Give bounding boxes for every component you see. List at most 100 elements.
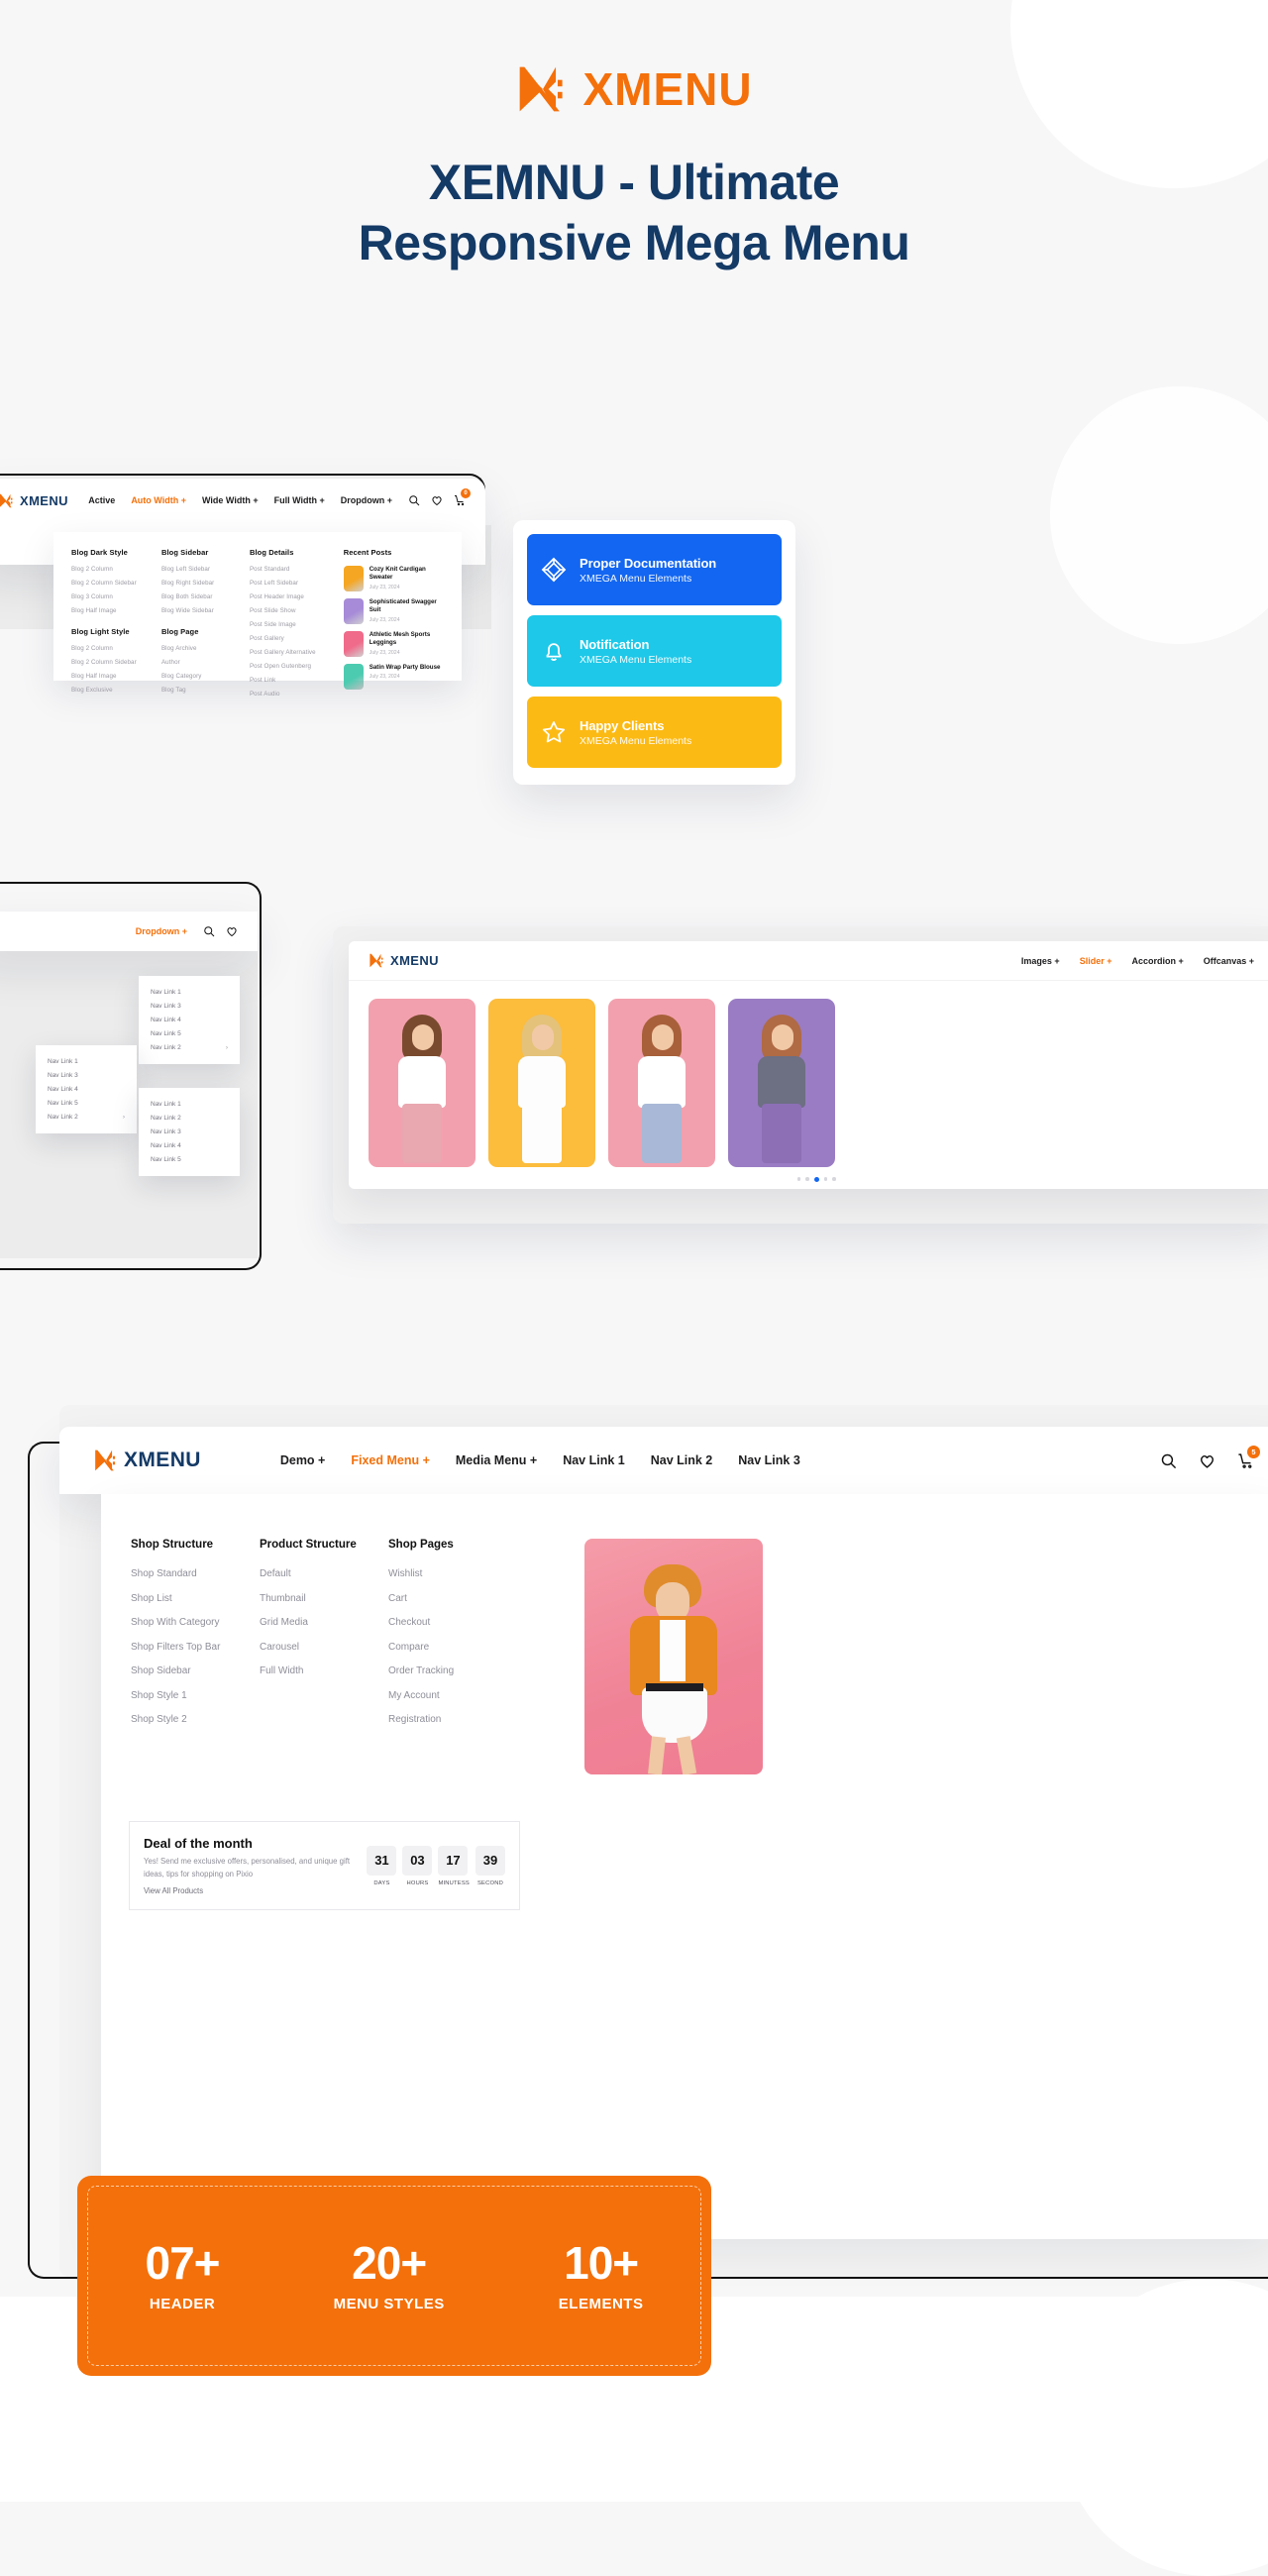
recent-post-item[interactable]: Cozy Knit Cardigan Sweater July 23, 2024: [343, 566, 448, 591]
menu-item[interactable]: Grid Media: [260, 1617, 388, 1628]
nav-item-active[interactable]: Active: [88, 495, 115, 505]
menu-item[interactable]: Blog Half Image: [71, 607, 161, 614]
menu-item[interactable]: Blog Category: [161, 673, 250, 680]
dropdown-item[interactable]: Nav Link 1: [139, 1097, 240, 1111]
nav-item-images[interactable]: Images +: [1021, 956, 1060, 966]
menu-item[interactable]: Post Gallery: [250, 635, 344, 642]
nav-item-demo[interactable]: Demo +: [280, 1453, 326, 1467]
dropdown-item[interactable]: Nav Link 4: [36, 1082, 137, 1096]
menu-item[interactable]: Compare: [388, 1642, 517, 1653]
nav-item-fixed-menu[interactable]: Fixed Menu +: [351, 1453, 430, 1467]
nav-item-nav-link-3[interactable]: Nav Link 3: [738, 1453, 800, 1467]
menu-item[interactable]: Blog Tag: [161, 687, 250, 694]
recent-post-item[interactable]: Satin Wrap Party Blouse July 23, 2024: [343, 664, 448, 690]
nav-item-auto-width[interactable]: Auto Width +: [131, 495, 186, 505]
menu-item[interactable]: Post Slide Show: [250, 607, 344, 614]
wishlist-heart-icon[interactable]: [431, 494, 443, 506]
dropdown-item[interactable]: Nav Link 5: [139, 1027, 240, 1041]
menu-item[interactable]: Shop With Category: [131, 1617, 260, 1628]
menu-item[interactable]: Shop List: [131, 1593, 260, 1604]
menu-item[interactable]: Blog 2 Column Sidebar: [71, 659, 161, 666]
menu-item[interactable]: Carousel: [260, 1642, 388, 1653]
menu-item[interactable]: Shop Filters Top Bar: [131, 1642, 260, 1653]
menu-item[interactable]: Default: [260, 1568, 388, 1579]
menu-item[interactable]: Post Side Image: [250, 621, 344, 628]
dropdown-menu-3[interactable]: Nav Link 1 Nav Link 2 Nav Link 3 Nav Link 4…: [139, 1088, 240, 1176]
feature-card[interactable]: Notification XMEGA Menu Elements: [527, 615, 782, 687]
dropdown-item[interactable]: Nav Link 2 ›: [139, 1041, 240, 1055]
wishlist-heart-icon[interactable]: [226, 925, 238, 937]
dropdown-menu-2[interactable]: Nav Link 1 Nav Link 3 Nav Link 4 Nav Link 5…: [36, 1045, 137, 1133]
shop-brand[interactable]: XMENU: [93, 1448, 201, 1473]
menu-item[interactable]: Wishlist: [388, 1568, 517, 1579]
slider-dots[interactable]: [349, 1177, 1268, 1182]
view-all-products-link[interactable]: View All Products: [144, 1886, 353, 1895]
nav-item-offcanvas[interactable]: Offcanvas +: [1204, 956, 1254, 966]
menu-item[interactable]: Post Link: [250, 677, 344, 684]
menu-item[interactable]: Blog 2 Column Sidebar: [71, 580, 161, 587]
menu-item[interactable]: Blog Wide Sidebar: [161, 607, 250, 614]
feature-card[interactable]: Proper Documentation XMEGA Menu Elements: [527, 534, 782, 605]
slider-dot[interactable]: [813, 1177, 819, 1182]
wishlist-heart-icon[interactable]: [1199, 1452, 1215, 1469]
slider-dot[interactable]: [805, 1177, 809, 1181]
menu-item[interactable]: Shop Style 1: [131, 1690, 260, 1701]
menu-item[interactable]: Post Left Sidebar: [250, 580, 344, 587]
slider-slide[interactable]: [369, 999, 476, 1167]
dropdown-item[interactable]: Nav Link 3: [139, 1125, 240, 1138]
menu-item[interactable]: Thumbnail: [260, 1593, 388, 1604]
nav-item-wide-width[interactable]: Wide Width +: [202, 495, 259, 505]
slider-dot[interactable]: [832, 1177, 836, 1181]
dropdown-menu-1[interactable]: Nav Link 1 Nav Link 3 Nav Link 4 Nav Link 5…: [139, 976, 240, 1064]
menu-item[interactable]: Post Open Gutenberg: [250, 663, 344, 670]
menu-item[interactable]: Blog Half Image: [71, 673, 161, 680]
nav-item-nav-link-2[interactable]: Nav Link 2: [651, 1453, 713, 1467]
nav-item-full-width[interactable]: Full Width +: [274, 495, 325, 505]
slider-dot[interactable]: [823, 1177, 827, 1181]
search-icon[interactable]: [203, 925, 215, 937]
recent-post-item[interactable]: Sophisticated Swagger Suit July 23, 2024: [343, 598, 448, 624]
menu-item[interactable]: Blog 2 Column: [71, 645, 161, 652]
menu-item[interactable]: Full Width: [260, 1665, 388, 1676]
menu-item[interactable]: Post Audio: [250, 691, 344, 698]
dropdown-item[interactable]: Nav Link 3: [139, 999, 240, 1013]
menu-item[interactable]: Post Header Image: [250, 593, 344, 600]
menu-item[interactable]: Blog 3 Column: [71, 593, 161, 600]
nav-item-accordion[interactable]: Accordion +: [1131, 956, 1183, 966]
dropdown-item[interactable]: Nav Link 2: [139, 1111, 240, 1125]
menu-item[interactable]: Blog Archive: [161, 645, 250, 652]
menu-item[interactable]: Order Tracking: [388, 1665, 517, 1676]
nav-item-dropdown[interactable]: Dropdown +: [341, 495, 392, 505]
dropdown-item[interactable]: Nav Link 5: [139, 1153, 240, 1167]
menu-item[interactable]: Post Standard: [250, 566, 344, 573]
menu-item[interactable]: Registration: [388, 1714, 517, 1725]
slider-slide[interactable]: [728, 999, 835, 1167]
blog-brand[interactable]: XMENU: [0, 492, 68, 509]
search-icon[interactable]: [1160, 1452, 1177, 1469]
nav-item-slider[interactable]: Slider +: [1080, 956, 1112, 966]
slider-slide[interactable]: [608, 999, 715, 1167]
menu-item[interactable]: Blog Left Sidebar: [161, 566, 250, 573]
menu-item[interactable]: Shop Sidebar: [131, 1665, 260, 1676]
slider-slide[interactable]: [488, 999, 595, 1167]
menu-item[interactable]: Blog Both Sidebar: [161, 593, 250, 600]
menu-item[interactable]: Author: [161, 659, 250, 666]
dropdown-item[interactable]: Nav Link 4: [139, 1013, 240, 1026]
recent-post-item[interactable]: Athletic Mesh Sports Leggings July 23, 20…: [343, 631, 448, 657]
dropdown-item[interactable]: Nav Link 3: [36, 1068, 137, 1082]
nav-dropdown[interactable]: Dropdown +: [136, 926, 187, 936]
slider-dot[interactable]: [796, 1177, 800, 1181]
menu-item[interactable]: Blog 2 Column: [71, 566, 161, 573]
menu-item[interactable]: Blog Right Sidebar: [161, 580, 250, 587]
nav-item-nav-link-1[interactable]: Nav Link 1: [563, 1453, 625, 1467]
dropdown-item[interactable]: Nav Link 1: [139, 985, 240, 999]
menu-item[interactable]: Cart: [388, 1593, 517, 1604]
dropdown-item[interactable]: Nav Link 2 ›: [36, 1111, 137, 1125]
menu-item[interactable]: My Account: [388, 1690, 517, 1701]
menu-item[interactable]: Checkout: [388, 1617, 517, 1628]
search-icon[interactable]: [408, 494, 420, 506]
menu-item[interactable]: Shop Standard: [131, 1568, 260, 1579]
menu-item[interactable]: Post Gallery Alternative: [250, 649, 344, 656]
feature-card[interactable]: Happy Clients XMEGA Menu Elements: [527, 697, 782, 768]
slider-brand[interactable]: XMENU: [369, 952, 439, 969]
